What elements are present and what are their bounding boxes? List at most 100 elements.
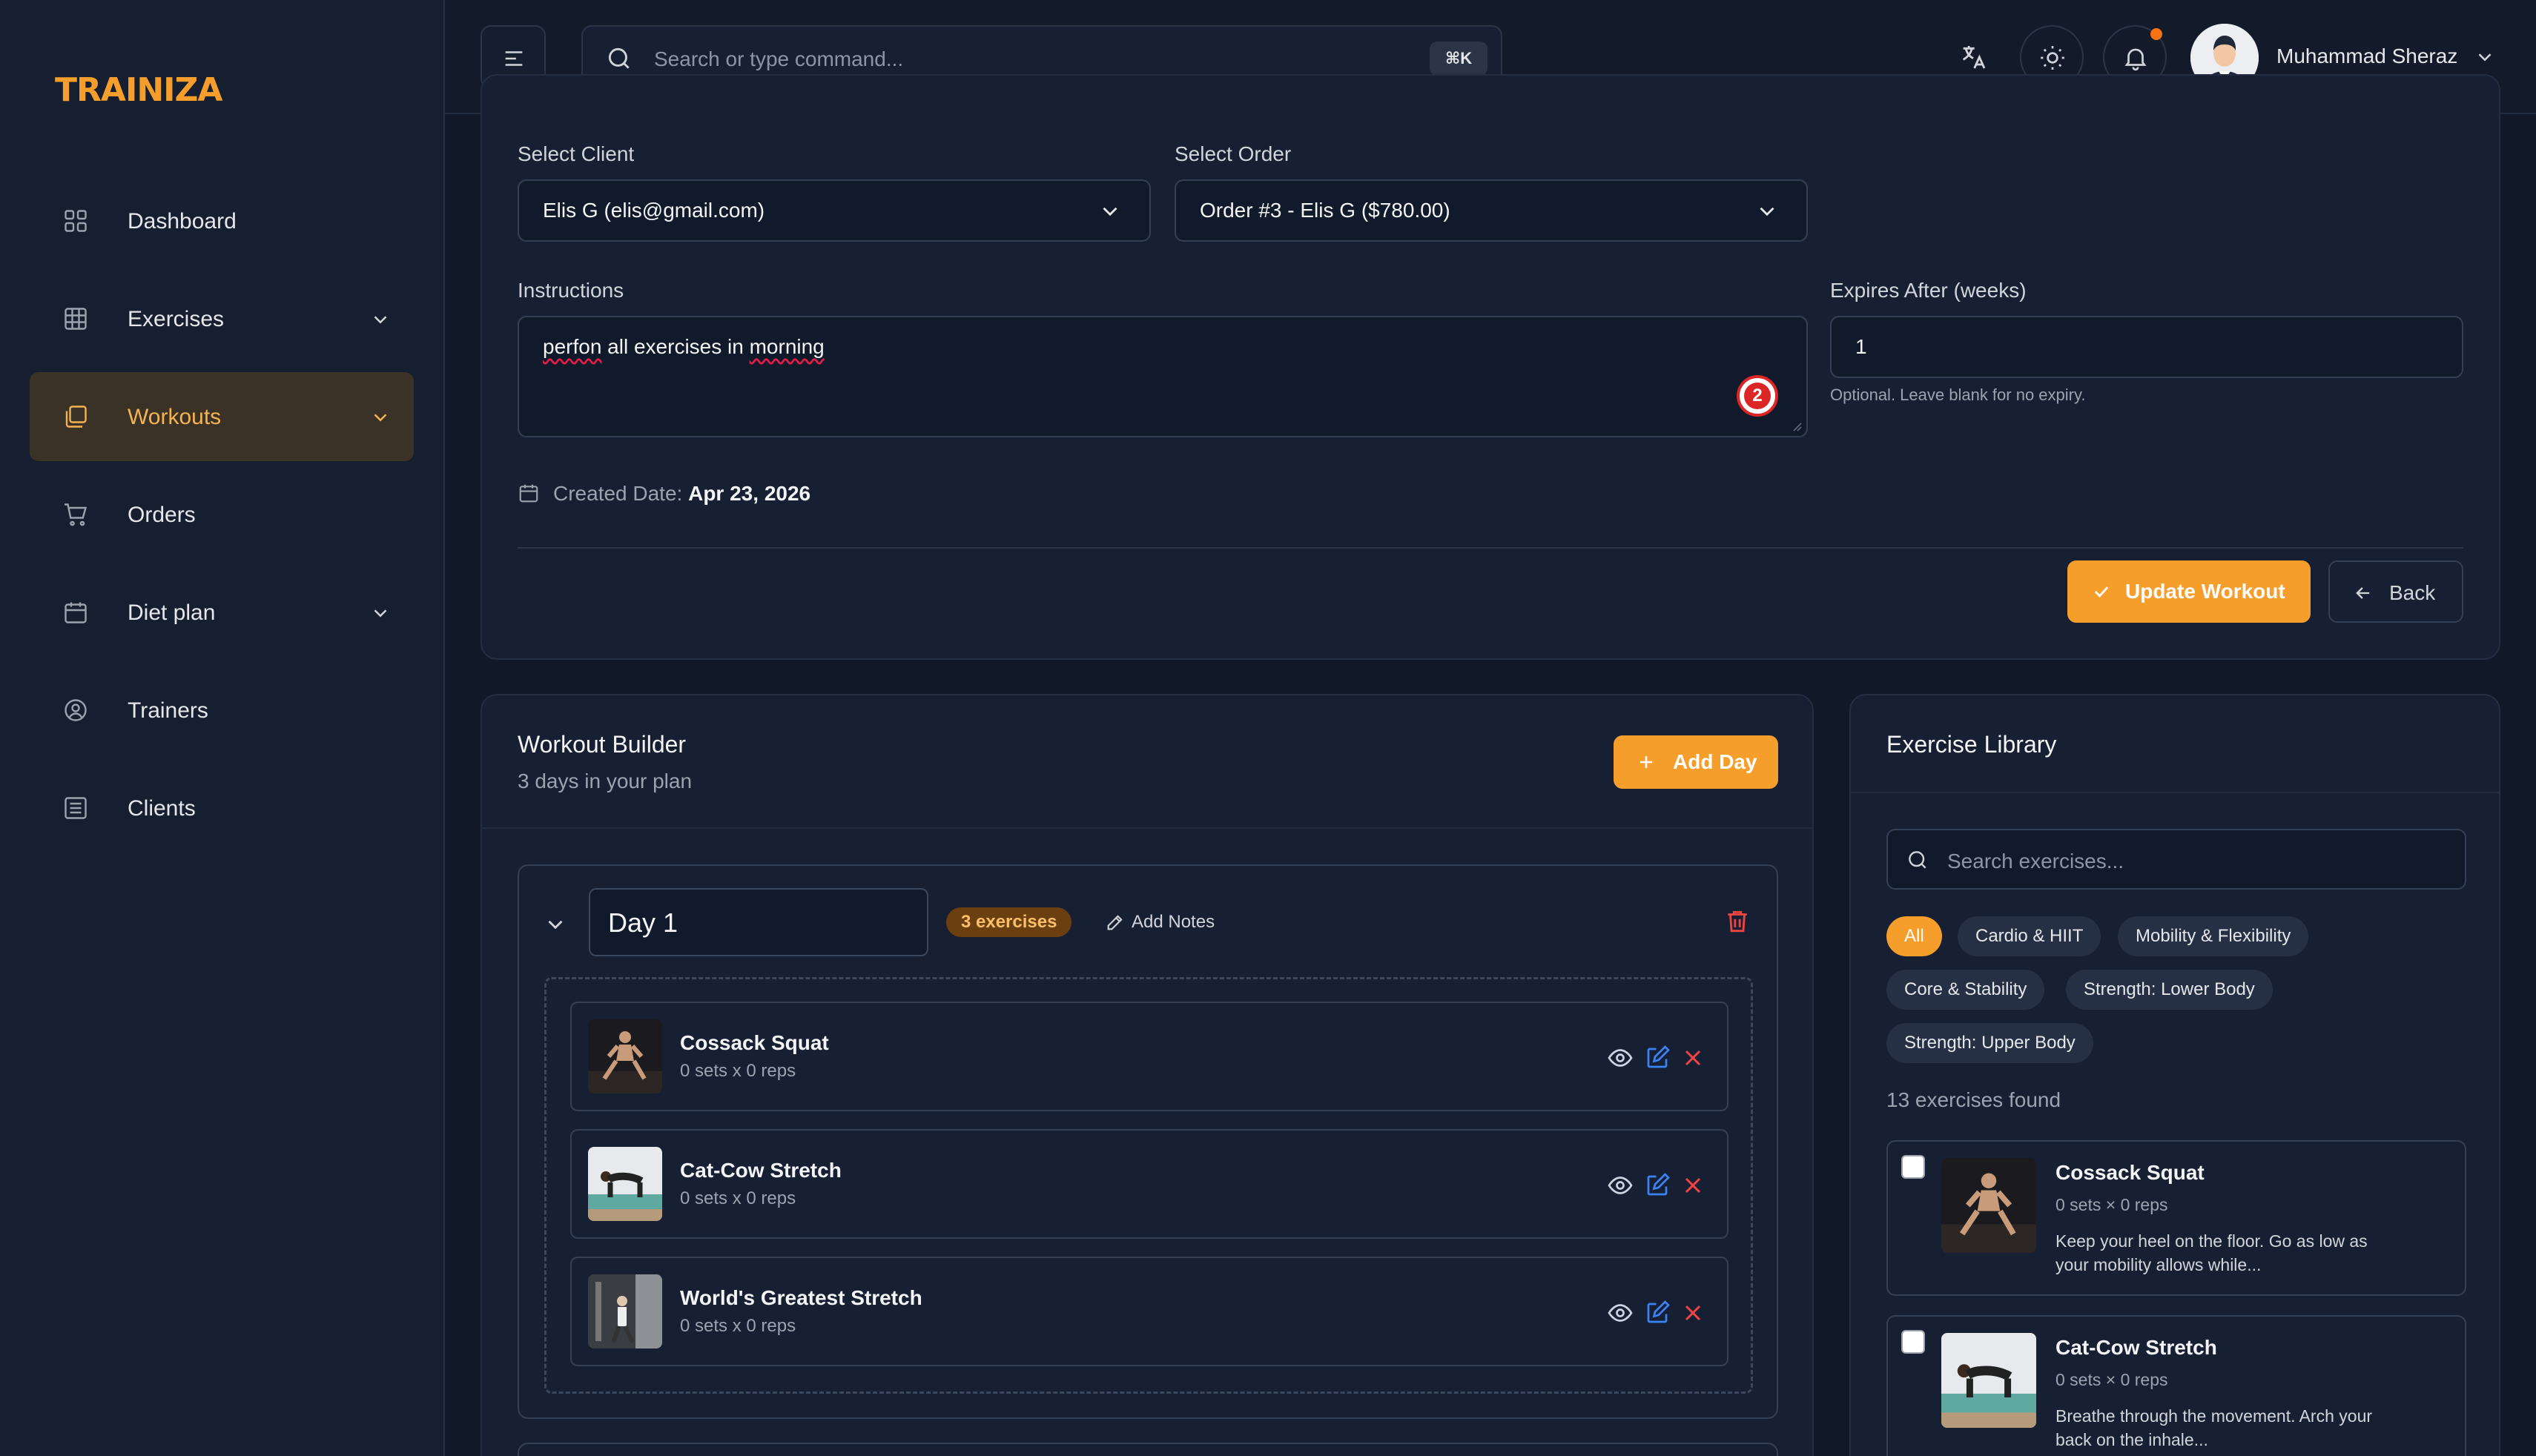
resize-grip-icon[interactable] <box>1792 421 1802 431</box>
client-select-value: Elis G (elis@gmail.com) <box>543 199 765 222</box>
sidebar-item-trainers[interactable]: Trainers <box>30 666 414 755</box>
plus-icon <box>1640 755 1653 769</box>
exercise-description: Keep your heel on the floor. Go as low a… <box>2055 1231 2368 1274</box>
instructions-textarea[interactable]: perfon all exercises in morning 2 <box>518 316 1808 437</box>
order-select-value: Order #3 - Elis G ($780.00) <box>1200 199 1450 222</box>
exercise-row[interactable]: World's Greatest Stretch 0 sets x 0 reps <box>570 1257 1728 1366</box>
sidebar-item-label: Diet plan <box>128 600 216 625</box>
workout-form-card: Select Client Elis G (elis@gmail.com) Se… <box>481 74 2500 660</box>
filter-chip-mobility[interactable]: Mobility & Flexibility <box>2118 916 2309 956</box>
library-title: Exercise Library <box>1886 731 2057 758</box>
filter-chip-all[interactable]: All <box>1886 916 1942 956</box>
expires-value: 1 <box>1855 335 1867 358</box>
exercise-search-input[interactable]: Search exercises... <box>1886 829 2466 890</box>
eye-icon[interactable] <box>1607 1300 1634 1326</box>
sidebar-item-workouts[interactable]: Workouts <box>30 372 414 461</box>
calendar-icon <box>519 484 538 503</box>
divider <box>482 827 1812 829</box>
divider <box>1851 792 2499 793</box>
add-day-label: Add Day <box>1673 750 1757 773</box>
exercise-meta: 0 sets × 0 reps <box>2055 1370 2168 1389</box>
edit-icon[interactable] <box>1644 1300 1671 1326</box>
day-card: Day 1 3 exercises Add Notes Cossack Squa… <box>518 864 1778 1419</box>
sun-icon <box>2041 46 2064 70</box>
sidebar-item-label: Dashboard <box>128 209 237 234</box>
table-icon <box>65 308 87 330</box>
update-workout-label: Update Workout <box>2125 580 2285 603</box>
search-placeholder: Search exercises... <box>1947 850 2124 873</box>
exercise-name: World's Greatest Stretch <box>680 1286 922 1309</box>
library-item[interactable]: Cossack Squat 0 sets × 0 reps Keep your … <box>1886 1140 2466 1296</box>
chevron-down-icon <box>374 414 387 422</box>
grammar-check-badge[interactable]: 2 <box>1737 375 1778 417</box>
misspelled-word[interactable]: morning <box>750 335 825 358</box>
misspelled-word[interactable]: perfon <box>543 335 601 358</box>
order-select[interactable]: Order #3 - Elis G ($780.00) <box>1175 179 1808 242</box>
shortcut-badge: ⌘K <box>1430 42 1487 76</box>
sidebar-item-label: Trainers <box>128 698 208 723</box>
created-value: Apr 23, 2026 <box>688 482 811 505</box>
back-button[interactable]: Back <box>2328 560 2463 623</box>
day-name-input[interactable]: Day 1 <box>589 888 928 956</box>
exercise-library-panel: Exercise Library Search exercises... All… <box>1849 694 2500 1456</box>
close-icon[interactable] <box>1680 1172 1706 1199</box>
library-item[interactable]: Cat-Cow Stretch 0 sets × 0 reps Breathe … <box>1886 1315 2466 1456</box>
select-checkbox[interactable] <box>1901 1155 1925 1179</box>
update-workout-button[interactable]: Update Workout <box>2067 560 2311 623</box>
chevron-down-icon[interactable] <box>543 912 568 937</box>
exercise-name: Cossack Squat <box>680 1031 829 1054</box>
trash-icon[interactable] <box>1723 907 1751 936</box>
brand-logo[interactable]: TRAINIZA <box>55 71 222 109</box>
workout-builder-panel: Workout Builder 3 days in your plan Add … <box>481 694 1814 1456</box>
edit-icon[interactable] <box>1644 1172 1671 1199</box>
day-card <box>518 1443 1778 1456</box>
calendar-icon <box>65 602 87 623</box>
select-checkbox[interactable] <box>1901 1330 1925 1354</box>
divider <box>518 547 2463 549</box>
filter-chip-cardio[interactable]: Cardio & HIIT <box>1958 916 2101 956</box>
exercise-meta: 0 sets x 0 reps <box>680 1316 796 1336</box>
search-icon <box>608 47 630 69</box>
chevron-down-icon <box>374 609 387 618</box>
builder-title: Workout Builder <box>518 731 687 758</box>
sidebar-item-label: Exercises <box>128 307 225 331</box>
close-icon[interactable] <box>1680 1045 1706 1071</box>
notification-dot <box>2150 28 2162 40</box>
sidebar-item-diet-plan[interactable]: Diet plan <box>30 568 414 657</box>
exercise-row[interactable]: Cat-Cow Stretch 0 sets x 0 reps <box>570 1129 1728 1239</box>
exercise-name: Cossack Squat <box>2055 1161 2205 1184</box>
sidebar-item-dashboard[interactable]: Dashboard <box>30 176 414 265</box>
add-day-button[interactable]: Add Day <box>1614 735 1778 789</box>
eye-icon[interactable] <box>1607 1172 1634 1199</box>
expires-weeks-input[interactable]: 1 <box>1830 316 2463 378</box>
sidebar-item-clients[interactable]: Clients <box>30 764 414 853</box>
close-icon[interactable] <box>1680 1300 1706 1326</box>
back-label: Back <box>2389 581 2436 604</box>
list-icon <box>65 797 87 819</box>
sidebar-item-label: Clients <box>128 796 196 821</box>
filter-chip-lower-body[interactable]: Strength: Lower Body <box>2066 970 2273 1010</box>
edit-icon[interactable] <box>1644 1045 1671 1071</box>
search-placeholder: Search or type command... <box>654 47 904 70</box>
client-label: Select Client <box>518 142 635 165</box>
client-select[interactable]: Elis G (elis@gmail.com) <box>518 179 1151 242</box>
exercise-drop-zone[interactable]: Cossack Squat 0 sets x 0 reps Cat-Cow St… <box>544 977 1753 1394</box>
exercise-row[interactable]: Cossack Squat 0 sets x 0 reps <box>570 1002 1728 1111</box>
user-name[interactable]: Muhammad Sheraz <box>2276 44 2457 68</box>
expires-hint: Optional. Leave blank for no expiry. <box>1830 385 2086 404</box>
eye-icon[interactable] <box>1607 1045 1634 1071</box>
created-label: Created Date: <box>553 482 683 505</box>
filter-chip-core[interactable]: Core & Stability <box>1886 970 2045 1010</box>
filter-chip-upper-body[interactable]: Strength: Upper Body <box>1886 1023 2093 1063</box>
grid-icon <box>65 210 87 232</box>
sidebar-item-label: Workouts <box>128 405 222 429</box>
exercise-thumbnail <box>1941 1158 2036 1253</box>
arrow-left-icon <box>2356 587 2370 599</box>
exercise-description: Breathe through the movement. Arch your … <box>2055 1406 2373 1449</box>
sidebar-item-label: Orders <box>128 503 196 527</box>
sidebar-item-orders[interactable]: Orders <box>30 470 414 559</box>
sidebar-item-exercises[interactable]: Exercises <box>30 274 414 363</box>
builder-subtitle: 3 days in your plan <box>518 770 693 792</box>
search-icon <box>1909 851 1926 869</box>
chevron-down-icon[interactable] <box>2474 46 2496 68</box>
